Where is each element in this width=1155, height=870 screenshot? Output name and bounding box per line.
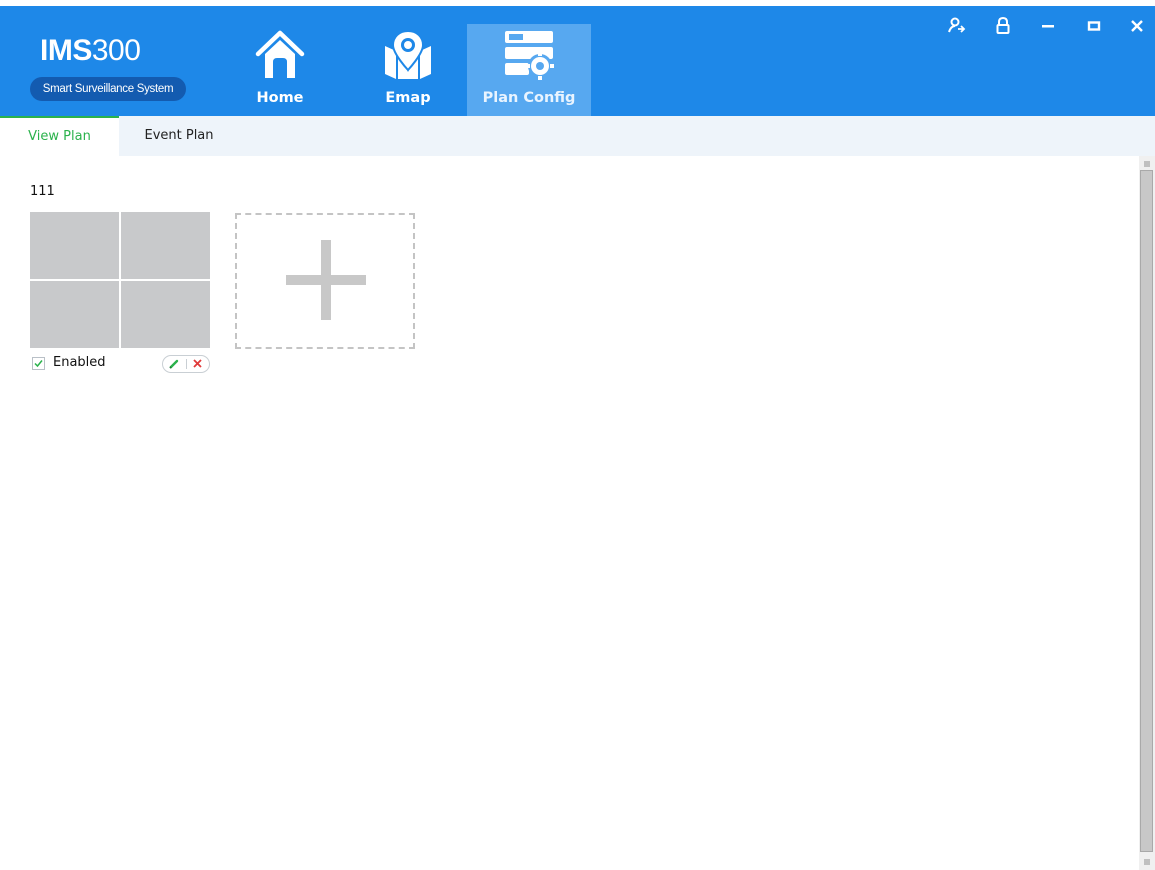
- delete-plan-button[interactable]: [187, 356, 209, 372]
- scroll-up-arrow[interactable]: [1144, 161, 1150, 167]
- nav-plan-config-label: Plan Config: [482, 90, 576, 106]
- maximize-button[interactable]: [1082, 14, 1106, 38]
- plan-window-4: [121, 281, 210, 348]
- plan-list-area: 111 Enabled: [0, 156, 1140, 870]
- plan-name: 111: [30, 184, 55, 199]
- plan-actions: [162, 355, 210, 373]
- lock-button[interactable]: [991, 14, 1015, 38]
- close-button[interactable]: [1125, 14, 1149, 38]
- checkmark-icon: [34, 360, 43, 368]
- close-icon: [1131, 20, 1143, 32]
- user-switch-button[interactable]: [945, 14, 969, 38]
- nav-emap[interactable]: Emap: [376, 24, 440, 116]
- nav-home-label: Home: [256, 90, 304, 106]
- plan-window-2: [121, 212, 210, 279]
- enabled-checkbox[interactable]: [32, 357, 45, 370]
- enabled-label: Enabled: [53, 355, 106, 370]
- plan-window-3: [30, 281, 119, 348]
- tab-bar: View Plan Event Plan: [0, 116, 1155, 156]
- minimize-button[interactable]: [1036, 14, 1060, 38]
- vertical-scrollbar[interactable]: [1139, 156, 1155, 870]
- home-icon: [255, 30, 305, 78]
- user-switch-icon: [948, 17, 966, 33]
- pencil-icon: [169, 359, 179, 369]
- nav-home[interactable]: Home: [246, 24, 314, 116]
- app-logo: IMS300 Smart Surveillance System: [30, 34, 190, 104]
- map-pin-icon: [385, 29, 431, 79]
- title-bar: IMS300 Smart Surveillance System Home Em…: [0, 6, 1155, 116]
- nav-emap-label: Emap: [385, 90, 431, 106]
- nav-plan-config[interactable]: Plan Config: [467, 24, 591, 116]
- scroll-thumb[interactable]: [1140, 170, 1153, 852]
- plan-thumbnail[interactable]: [30, 212, 210, 348]
- app-subtitle: Smart Surveillance System: [30, 77, 186, 101]
- minimize-icon: [1042, 25, 1054, 28]
- delete-icon: [193, 359, 202, 368]
- app-title: IMS300: [40, 34, 141, 67]
- lock-icon: [996, 16, 1010, 34]
- plan-config-icon: [505, 31, 554, 80]
- tab-view-plan[interactable]: View Plan: [0, 116, 119, 156]
- maximize-icon: [1087, 21, 1101, 31]
- edit-plan-button[interactable]: [164, 356, 186, 372]
- add-plan-button[interactable]: [235, 213, 415, 349]
- scroll-down-arrow[interactable]: [1144, 859, 1150, 865]
- plan-window-1: [30, 212, 119, 279]
- plan-enabled-row: Enabled: [30, 354, 210, 373]
- tab-event-plan[interactable]: Event Plan: [119, 116, 239, 156]
